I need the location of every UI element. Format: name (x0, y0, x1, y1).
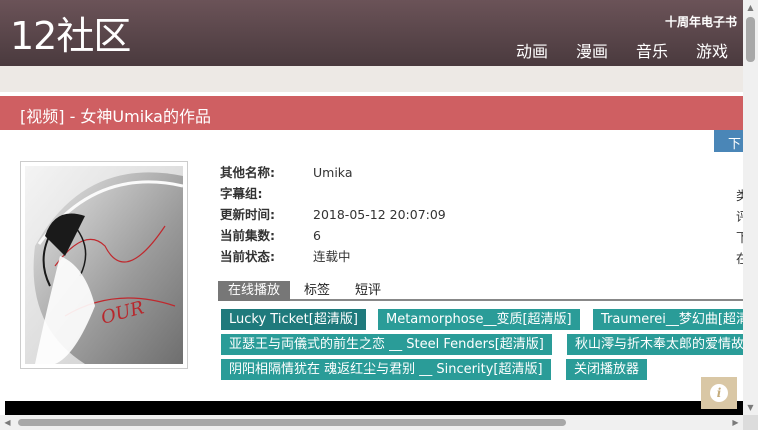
info-label: 当前状态: (220, 249, 275, 264)
player-bar (5, 401, 743, 415)
site-logo[interactable]: 12社区 (10, 14, 131, 58)
chevron-left-icon[interactable]: ◀ (0, 415, 15, 430)
site-header: 12社区 十周年电子书 动画 漫画 音乐 游戏 (0, 0, 743, 66)
episode-button[interactable]: 亚瑟王与両儀式的前生之恋 __ Steel Fenders[超清版] (221, 334, 552, 355)
cover-image: OUR (20, 161, 188, 369)
chevron-right-icon[interactable]: ▶ (728, 415, 743, 430)
info-panel: 其他名称: Umika 字幕组: 更新时间: 2018-05-12 20:07:… (220, 164, 446, 269)
subheader-band (0, 66, 743, 92)
side-info-char: 评 (736, 209, 743, 224)
info-icon: i (710, 384, 728, 402)
page-viewport: 12社区 十周年电子书 动画 漫画 音乐 游戏 [视频] - 女神Umika的作… (0, 0, 743, 415)
main-nav: 动画 漫画 音乐 游戏 (516, 38, 728, 62)
info-button[interactable]: i (701, 377, 737, 409)
side-info-char: 下 (736, 230, 743, 245)
info-row-other-name: 其他名称: Umika (220, 164, 446, 185)
nav-item-manga[interactable]: 漫画 (576, 38, 608, 62)
info-value: Umika (313, 165, 353, 180)
info-value: 2018-05-12 20:07:09 (313, 207, 446, 222)
side-info-char: 在 (736, 251, 743, 266)
vertical-scrollbar[interactable]: ▲ ▼ (743, 0, 758, 415)
nav-item-games[interactable]: 游戏 (696, 38, 728, 62)
info-row-status: 当前状态: 连载中 (220, 248, 446, 269)
episode-button[interactable]: 阴阳相隔情犹在 魂返红尘与君别 __ Sincerity[超清版] (221, 359, 551, 380)
chevron-down-icon[interactable]: ▼ (743, 400, 758, 415)
info-row-episodes: 当前集数: 6 (220, 227, 446, 248)
horizontal-scroll-thumb[interactable] (18, 419, 566, 426)
episode-button[interactable]: Metamorphose__变质[超清版] (378, 309, 580, 330)
episode-button[interactable]: Lucky Ticket[超清版] (221, 309, 366, 330)
promo-link[interactable]: 十周年电子书 (665, 13, 737, 30)
nav-item-music[interactable]: 音乐 (636, 38, 668, 62)
nav-item-anime[interactable]: 动画 (516, 38, 548, 62)
download-tab[interactable]: 下 (714, 130, 743, 152)
info-value: 6 (313, 228, 321, 243)
info-label: 更新时间: (220, 207, 275, 222)
info-label: 其他名称: (220, 165, 275, 180)
cover-artwork: OUR (25, 166, 183, 364)
info-label: 当前集数: (220, 228, 275, 243)
scrollbar-corner (743, 415, 758, 430)
side-info-column: 类 评 下 在 (736, 185, 743, 269)
page-title: [视频] - 女神Umika的作品 (20, 107, 211, 126)
info-row-subtitle-group: 字幕组: (220, 185, 446, 206)
title-bar: [视频] - 女神Umika的作品 (0, 96, 743, 130)
episode-button[interactable]: Traumerei__梦幻曲[超清 (593, 309, 743, 330)
episode-button[interactable]: 秋山澪与折木奉太郎的爱情故 (567, 334, 743, 355)
info-label: 字幕组: (220, 186, 263, 201)
content-tabs: 在线播放 标签 短评 (218, 281, 743, 301)
chevron-up-icon[interactable]: ▲ (743, 0, 758, 15)
tab-reviews[interactable]: 短评 (355, 281, 381, 301)
info-row-updated: 更新时间: 2018-05-12 20:07:09 (220, 206, 446, 227)
info-value: 连载中 (313, 249, 351, 264)
tab-online-play[interactable]: 在线播放 (218, 281, 290, 301)
vertical-scroll-thumb[interactable] (746, 17, 755, 62)
horizontal-scrollbar[interactable]: ◀ ▶ (0, 415, 743, 430)
close-player-button[interactable]: 关闭播放器 (566, 359, 648, 380)
side-info-char: 类 (736, 188, 743, 203)
tab-tags[interactable]: 标签 (304, 281, 330, 301)
